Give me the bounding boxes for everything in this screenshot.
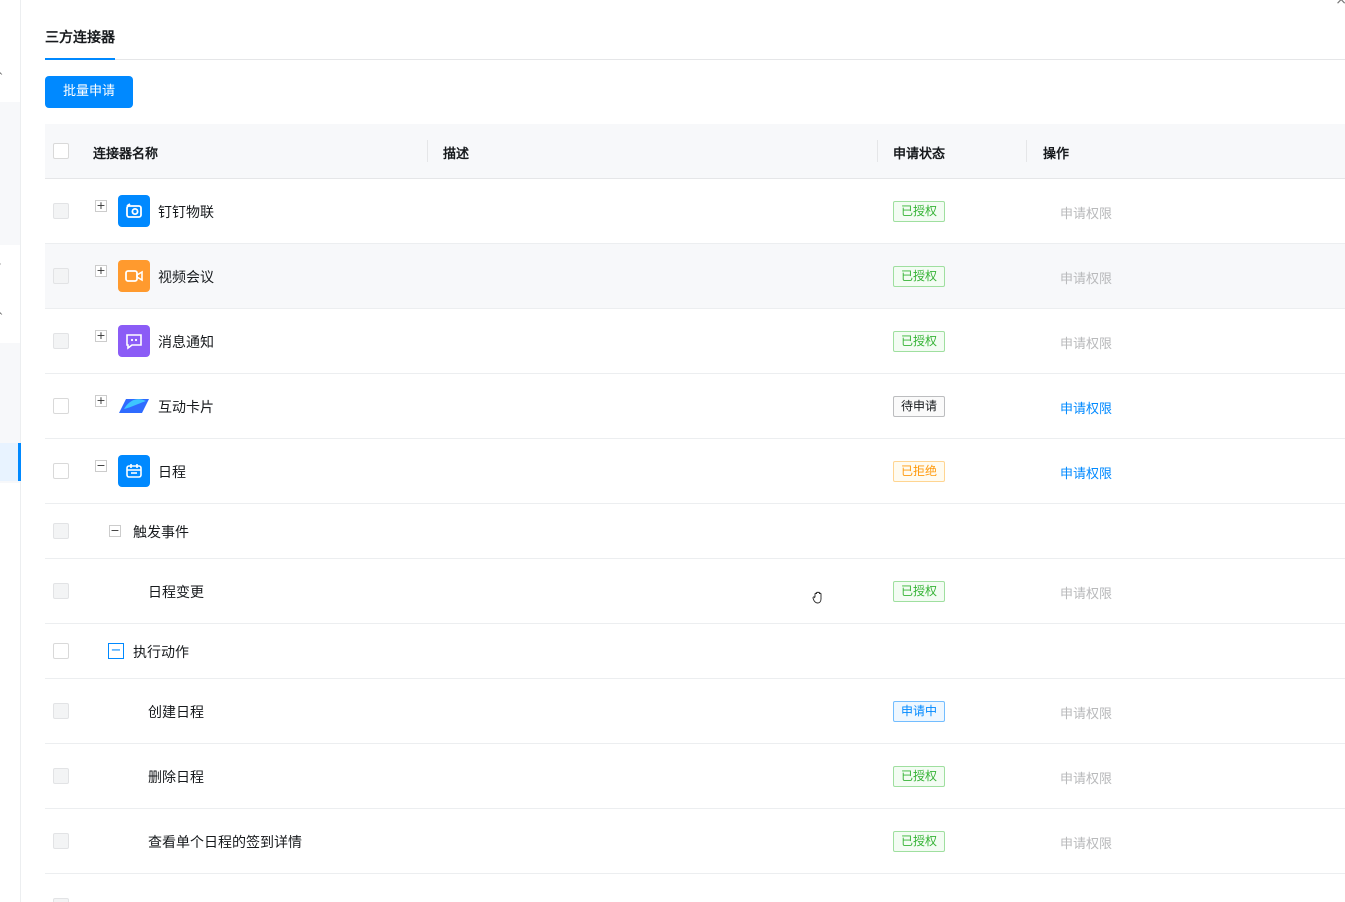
tab-active-underline [45,58,115,60]
collapse-icon[interactable]: − [109,525,121,537]
expand-icon[interactable]: + [95,265,107,277]
status-badge: 已授权 [893,331,946,352]
camera-icon [118,195,150,227]
table-row[interactable] [45,874,1345,902]
sidebar-item-active[interactable] [0,443,20,481]
table-row[interactable]: + 视频会议 已授权 申请权限 [45,244,1345,309]
tab-bar: 三方连接器 [45,0,1345,60]
apply-permission-link: 申请权限 [1060,772,1113,787]
row-checkbox [53,898,69,902]
collapse-icon[interactable]: − [108,643,124,659]
apply-permission-link[interactable]: 申请权限 [1060,463,1112,482]
table-row-group[interactable]: − 触发事件 [45,504,1345,559]
row-checkbox [53,333,69,349]
status-badge: 已授权 [893,831,946,852]
row-checkbox[interactable] [53,643,69,659]
apply-permission-link: 申请权限 [1060,707,1113,722]
action-name: 查看单个日程的签到详情 [148,835,302,851]
table-row-group[interactable]: − 执行动作 [45,624,1345,679]
action-name: 删除日程 [148,770,204,786]
column-header-name: 连接器名称 [93,147,159,162]
status-badge: 已拒绝 [893,461,946,482]
column-divider [1026,140,1027,162]
expand-icon[interactable]: + [95,395,107,407]
table-row[interactable]: 查看单个日程的签到详情 已授权 申请权限 [45,809,1345,874]
row-checkbox[interactable] [53,463,69,479]
connector-name: 钉钉物联 [158,205,214,221]
table-header: 连接器名称 描述 申请状态 操作 [45,124,1345,179]
video-icon [118,260,150,292]
connector-table: 连接器名称 描述 申请状态 操作 + 钉钉物联 已授权 申请权限 + 视频会议 … [45,124,1345,902]
card-icon [118,390,150,422]
select-all-checkbox[interactable] [53,143,69,159]
column-divider [427,140,428,162]
action-name: 创建日程 [148,705,204,721]
row-checkbox [53,523,69,539]
collapse-icon[interactable]: − [95,460,107,472]
apply-permission-link: 申请权限 [1060,207,1113,222]
column-divider [877,140,878,162]
connector-name: 日程 [158,465,186,481]
row-checkbox[interactable] [53,398,69,414]
row-checkbox [53,268,69,284]
tab-third-party-connectors[interactable]: 三方连接器 [45,27,115,47]
status-badge: 已授权 [893,201,946,222]
table-row[interactable]: − 日程 已拒绝 申请权限 [45,439,1345,504]
status-badge: 已授权 [893,581,946,602]
table-row[interactable]: 删除日程 已授权 申请权限 [45,744,1345,809]
sidebar: ^ v ^ [0,0,21,902]
status-badge: 已授权 [893,266,946,287]
chevron-up-icon[interactable]: ^ [0,312,5,322]
connector-name: 互动卡片 [158,400,214,416]
row-checkbox [53,203,69,219]
apply-permission-link: 申请权限 [1060,837,1113,852]
apply-permission-link: 申请权限 [1060,587,1113,602]
chevron-down-icon[interactable]: v [0,262,5,272]
column-header-description: 描述 [443,147,470,162]
column-header-status: 申请状态 [893,147,946,162]
apply-permission-link: 申请权限 [1060,272,1113,287]
row-checkbox [53,583,69,599]
status-badge: 申请中 [893,701,946,722]
connector-name: 视频会议 [158,270,214,286]
table-row[interactable]: + 钉钉物联 已授权 申请权限 [45,179,1345,244]
apply-permission-link: 申请权限 [1060,337,1113,352]
group-name: 触发事件 [133,525,189,541]
expand-icon[interactable]: + [95,330,107,342]
table-row[interactable]: 日程变更 已授权 申请权限 [45,559,1345,624]
table-row[interactable]: + 消息通知 已授权 申请权限 [45,309,1345,374]
message-icon [118,325,150,357]
connector-name: 消息通知 [158,335,214,351]
group-name: 执行动作 [133,645,189,661]
row-checkbox [53,768,69,784]
expand-icon[interactable]: + [95,200,107,212]
apply-permission-link[interactable]: 申请权限 [1060,398,1112,417]
calendar-icon [118,455,150,487]
row-checkbox [53,703,69,719]
status-badge: 已授权 [893,766,946,787]
batch-apply-button[interactable]: 批量申请 [45,76,133,108]
hand-cursor-icon [812,591,822,604]
status-badge: 待申请 [893,396,946,417]
sidebar-submenu [0,102,20,245]
table-row[interactable]: 创建日程 申请中 申请权限 [45,679,1345,744]
row-checkbox [53,833,69,849]
chevron-up-icon[interactable]: ^ [0,72,5,82]
table-row[interactable]: + 互动卡片 待申请 申请权限 [45,374,1345,439]
sidebar-active-indicator [18,443,21,481]
column-header-action: 操作 [1043,147,1070,162]
event-name: 日程变更 [148,585,204,601]
